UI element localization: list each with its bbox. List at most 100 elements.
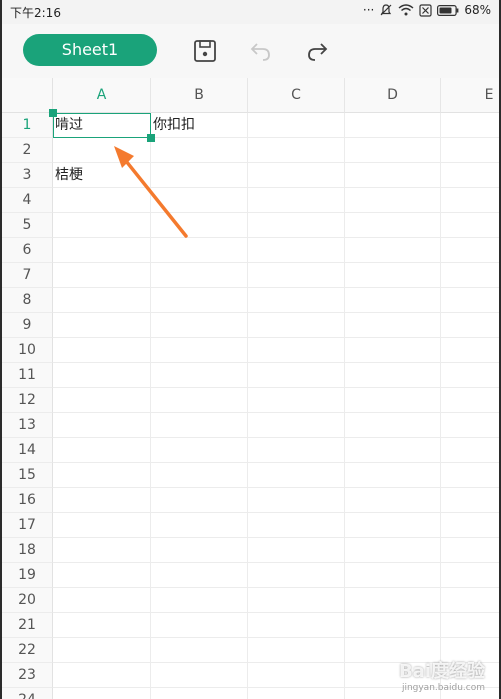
cell-b8[interactable]	[151, 288, 248, 313]
cell-c20[interactable]	[248, 588, 345, 613]
cell-d7[interactable]	[345, 263, 441, 288]
cell-b17[interactable]	[151, 513, 248, 538]
cell-a22[interactable]	[53, 638, 151, 663]
cell-b22[interactable]	[151, 638, 248, 663]
row-header-24[interactable]: 24	[2, 688, 53, 699]
cell-a9[interactable]	[53, 313, 151, 338]
cell-d17[interactable]	[345, 513, 441, 538]
cell-e12[interactable]	[441, 388, 499, 413]
cell-a24[interactable]	[53, 688, 151, 699]
cell-d20[interactable]	[345, 588, 441, 613]
row-header-1[interactable]: 1	[2, 113, 53, 138]
cell-c15[interactable]	[248, 463, 345, 488]
cell-e19[interactable]	[441, 563, 499, 588]
cell-c17[interactable]	[248, 513, 345, 538]
cell-a21[interactable]	[53, 613, 151, 638]
cell-e6[interactable]	[441, 238, 499, 263]
cell-c14[interactable]	[248, 438, 345, 463]
row-header-7[interactable]: 7	[2, 263, 53, 288]
cell-d2[interactable]	[345, 138, 441, 163]
cell-c23[interactable]	[248, 663, 345, 688]
column-header-b[interactable]: B	[151, 78, 248, 113]
cell-e5[interactable]	[441, 213, 499, 238]
cell-b6[interactable]	[151, 238, 248, 263]
spreadsheet-grid[interactable]: ABCDE 1 2 3 4 5 6 7 8 9 10 11 12 13 14 15 16 17 18 19 20 21 2…	[2, 78, 499, 699]
cell-e16[interactable]	[441, 488, 499, 513]
cell-d11[interactable]	[345, 363, 441, 388]
cell-d19[interactable]	[345, 563, 441, 588]
cell-c8[interactable]	[248, 288, 345, 313]
row-header-10[interactable]: 10	[2, 338, 53, 363]
select-all-corner[interactable]	[2, 78, 53, 113]
cell-d10[interactable]	[345, 338, 441, 363]
cell-d6[interactable]	[345, 238, 441, 263]
cell-e1[interactable]	[441, 113, 499, 138]
row-header-13[interactable]: 13	[2, 413, 53, 438]
cell-c5[interactable]	[248, 213, 345, 238]
row-header-8[interactable]: 8	[2, 288, 53, 313]
undo-icon[interactable]	[248, 38, 274, 64]
cell-b4[interactable]	[151, 188, 248, 213]
row-header-22[interactable]: 22	[2, 638, 53, 663]
cell-e14[interactable]	[441, 438, 499, 463]
row-header-11[interactable]: 11	[2, 363, 53, 388]
cell-b2[interactable]	[151, 138, 248, 163]
cell-b10[interactable]	[151, 338, 248, 363]
cell-a15[interactable]	[53, 463, 151, 488]
cell-c10[interactable]	[248, 338, 345, 363]
cell-e13[interactable]	[441, 413, 499, 438]
selection-handle-bottom-right[interactable]	[147, 134, 155, 142]
cell-a14[interactable]	[53, 438, 151, 463]
sheet-tab-sheet1[interactable]: Sheet1	[23, 34, 157, 66]
cell-e21[interactable]	[441, 613, 499, 638]
cell-a23[interactable]	[53, 663, 151, 688]
column-header-a[interactable]: A	[53, 78, 151, 113]
row-header-2[interactable]: 2	[2, 138, 53, 163]
cell-b12[interactable]	[151, 388, 248, 413]
cell-e4[interactable]	[441, 188, 499, 213]
cell-b1[interactable]: 你扣扣	[151, 113, 248, 138]
cell-a5[interactable]	[53, 213, 151, 238]
cell-b9[interactable]	[151, 313, 248, 338]
cell-c22[interactable]	[248, 638, 345, 663]
cell-a12[interactable]	[53, 388, 151, 413]
cell-d18[interactable]	[345, 538, 441, 563]
cell-e15[interactable]	[441, 463, 499, 488]
cell-c9[interactable]	[248, 313, 345, 338]
cell-a1[interactable]: 啃过	[53, 113, 151, 138]
cell-a10[interactable]	[53, 338, 151, 363]
cell-e20[interactable]	[441, 588, 499, 613]
cell-b20[interactable]	[151, 588, 248, 613]
cell-d13[interactable]	[345, 413, 441, 438]
cell-d16[interactable]	[345, 488, 441, 513]
cell-d4[interactable]	[345, 188, 441, 213]
cell-d3[interactable]	[345, 163, 441, 188]
column-header-d[interactable]: D	[345, 78, 441, 113]
cell-c3[interactable]	[248, 163, 345, 188]
cell-a3[interactable]: 桔梗	[53, 163, 151, 188]
row-header-17[interactable]: 17	[2, 513, 53, 538]
cell-d9[interactable]	[345, 313, 441, 338]
row-header-14[interactable]: 14	[2, 438, 53, 463]
redo-icon[interactable]	[304, 38, 330, 64]
cell-c2[interactable]	[248, 138, 345, 163]
cell-c13[interactable]	[248, 413, 345, 438]
cell-a4[interactable]	[53, 188, 151, 213]
cell-a8[interactable]	[53, 288, 151, 313]
cell-d15[interactable]	[345, 463, 441, 488]
cell-b15[interactable]	[151, 463, 248, 488]
cell-c1[interactable]	[248, 113, 345, 138]
row-header-3[interactable]: 3	[2, 163, 53, 188]
cell-a11[interactable]	[53, 363, 151, 388]
cell-e10[interactable]	[441, 338, 499, 363]
column-header-c[interactable]: C	[248, 78, 345, 113]
cell-b7[interactable]	[151, 263, 248, 288]
cell-c12[interactable]	[248, 388, 345, 413]
cell-c16[interactable]	[248, 488, 345, 513]
cell-e17[interactable]	[441, 513, 499, 538]
cell-a19[interactable]	[53, 563, 151, 588]
cell-b5[interactable]	[151, 213, 248, 238]
row-header-16[interactable]: 16	[2, 488, 53, 513]
cell-b16[interactable]	[151, 488, 248, 513]
cell-b18[interactable]	[151, 538, 248, 563]
